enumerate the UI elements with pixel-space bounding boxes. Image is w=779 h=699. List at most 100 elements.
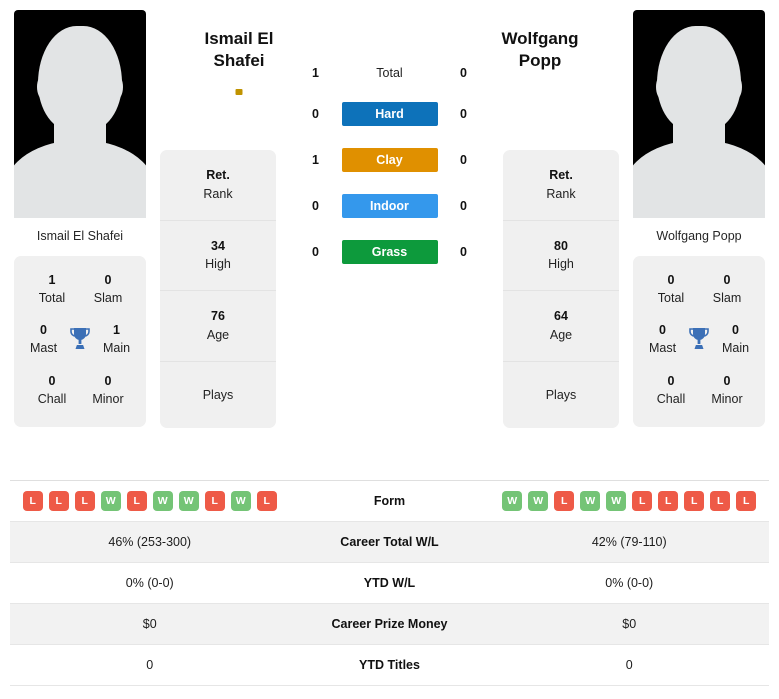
h2h-hard-left-score: 0 [312,107,319,121]
table-row-form: LLLWLWWLWL Form WWLWWLLLLL [10,481,769,522]
trophy-icon [682,327,716,351]
h2h-grass-badge[interactable]: Grass [341,240,438,264]
form-badge-loss[interactable]: L [74,491,95,511]
row-label-ytd-titles: YTD Titles [359,658,420,672]
form-badge-win[interactable]: W [178,491,199,511]
form-badge-win[interactable]: W [580,491,601,511]
right-ytd-titles: 0 [625,658,633,672]
left-titles-slam-value: 0 [104,273,112,287]
left-player-avatar-card: Ismail El Shafei [14,10,146,256]
form-badge-win[interactable]: W [230,491,251,511]
form-badge-loss[interactable]: L [22,491,43,511]
comparison-table: LLLWLWWLWL Form WWLWWLLLLL 46% (253-300)… [10,480,769,686]
left-ytd-titles: 0 [146,658,154,672]
form-badge-loss[interactable]: L [126,491,147,511]
h2h-total-right-score: 0 [460,66,467,80]
right-titles-main: 0 Main [716,321,755,357]
form-badge-loss[interactable]: L [204,491,225,511]
left-titles-mast-value: 0 [40,323,47,338]
right-ytd-wl: 0% (0-0) [605,576,654,590]
left-info-rank-value: Ret. [206,168,230,182]
left-info-high-value: 34 [211,238,225,253]
h2h-indoor-right-score: 0 [460,199,467,213]
head-to-head-column: 1 Total 0 0 Hard 0 1 Clay 0 0 Indoor 0 0 [276,10,503,264]
right-player-column: Wolfgang Popp 0 Total 0 Slam 0 Mast 0 Ma… [619,10,779,427]
right-titles-total-label: Total [657,291,685,306]
right-titles-main-label: Main [721,341,750,356]
form-badge-win[interactable]: W [528,491,549,511]
form-badge-loss[interactable]: L [48,491,69,511]
form-badge-win[interactable]: W [502,491,523,511]
right-info-rank-label: Rank [546,186,576,201]
right-player-info-card: Ret. Rank 80 High 64 Age Plays [503,150,619,429]
right-info-high-value: 80 [554,238,568,253]
left-titles-row-1: 1 Total 0 Slam [20,264,140,314]
right-player-titles-card: 0 Total 0 Slam 0 Mast 0 Main 0 Chall 0 M… [633,256,765,427]
form-badge-win[interactable]: W [152,491,173,511]
left-titles-total-value: 1 [48,273,56,287]
h2h-grass-right-score: 0 [460,245,467,259]
left-career-total-wl: 46% (253-300) [108,535,192,549]
left-info-age: 76 Age [160,291,276,362]
left-titles-mast: 0 Mast [24,321,63,357]
left-titles-row-2: 0 Mast 1 Main [20,314,140,364]
left-titles-minor-label: Minor [92,391,124,406]
left-player-name-header: Ismail El Shafei [181,28,297,101]
form-badge-loss[interactable]: L [684,491,705,511]
left-titles-slam-label: Slam [93,291,123,306]
left-titles-main-label: Main [102,341,131,356]
left-titles-minor: 0 Minor [80,372,136,408]
left-player-info-card: Ret. Rank 34 High 76 Age Plays [160,150,276,429]
right-titles-row-2: 0 Mast 0 Main [639,314,759,364]
h2h-row-clay: 1 Clay 0 [282,148,497,172]
form-badge-loss[interactable]: L [554,491,575,511]
left-titles-main: 1 Main [97,321,136,357]
left-info-plays-label: Plays [202,387,234,402]
h2h-hard-right-score: 0 [460,107,467,121]
right-player-name-line1: Wolfgang [501,29,579,48]
form-badge-loss[interactable]: L [736,491,757,511]
h2h-hard-badge[interactable]: Hard [341,102,438,126]
right-player-info-column: Ret. Rank 80 High 64 Age Plays [503,150,619,429]
right-form-cell: WWLWWLLLLL [490,485,770,517]
right-titles-row-3: 0 Chall 0 Minor [639,365,759,415]
right-titles-minor-value: 0 [723,373,731,388]
left-titles-total-label: Total [38,291,66,306]
right-info-plays: Plays [503,362,619,429]
player-comparison-page: Ismail El Shafei Wolfgang Popp Ismail El… [0,0,779,699]
row-label-career-total-wl: Career Total W/L [340,535,439,549]
right-titles-mast: 0 Mast [643,321,682,357]
left-titles-slam: 0 Slam [80,271,136,307]
left-titles-total: 1 Total [24,271,80,307]
form-badge-win[interactable]: W [606,491,627,511]
table-row-career-prize-money: $0 Career Prize Money $0 [10,604,769,645]
h2h-clay-badge[interactable]: Clay [341,148,438,172]
right-form-strip: WWLWWLLLLL [494,491,766,511]
form-badge-loss[interactable]: L [658,491,679,511]
right-titles-minor: 0 Minor [699,372,755,408]
right-titles-chall-label: Chall [656,391,686,406]
right-player-name-line2: Popp [518,51,562,71]
h2h-row-indoor: 0 Indoor 0 [282,194,497,218]
right-info-rank: Ret. Rank [503,150,619,221]
form-badge-loss[interactable]: L [710,491,731,511]
left-info-age-label: Age [206,327,230,342]
h2h-indoor-left-score: 0 [312,199,319,213]
left-info-rank-label: Rank [203,186,233,201]
h2h-indoor-badge[interactable]: Indoor [341,194,438,218]
left-titles-mast-label: Mast [29,341,58,356]
form-badge-win[interactable]: W [100,491,121,511]
left-titles-chall-label: Chall [37,391,67,406]
right-titles-main-value: 0 [732,323,739,338]
h2h-clay-right-score: 0 [460,153,467,167]
right-titles-minor-label: Minor [711,391,743,406]
left-ytd-wl: 0% (0-0) [125,576,174,590]
left-player-info-column: Ret. Rank 34 High 76 Age Plays [160,150,276,429]
right-titles-mast-value: 0 [659,323,666,338]
right-titles-slam: 0 Slam [699,271,755,307]
form-badge-loss[interactable]: L [632,491,653,511]
form-badge-loss[interactable]: L [256,491,277,511]
h2h-total-label: Total [376,66,403,80]
comparison-top-section: Ismail El Shafei 1 Total 0 Slam 0 Mast 1… [0,0,779,478]
left-info-high: 34 High [160,221,276,291]
